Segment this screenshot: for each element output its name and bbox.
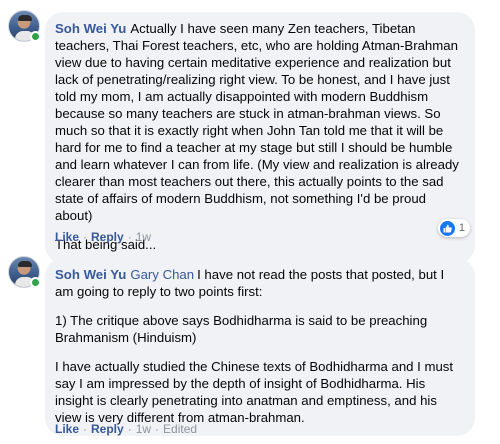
comment-paragraph: 1) The critique above says Bodhidharma i… [55, 313, 428, 345]
comment-paragraph: I have actually studied the Chinese text… [55, 359, 454, 425]
reaction-summary[interactable]: 1 [437, 219, 470, 237]
like-icon [439, 220, 455, 236]
comment-actions: Like · Reply · 1w [55, 229, 151, 245]
reply-button[interactable]: Reply [91, 229, 124, 245]
separator: · [155, 422, 160, 436]
comment-body: Soh Wei Yu Actually I have seen many Zen … [55, 20, 463, 224]
comment-timestamp[interactable]: 1w [136, 229, 151, 245]
comment-author[interactable]: Soh Wei Yu [55, 21, 126, 36]
online-status-icon [30, 31, 41, 42]
comment-bubble: Soh Wei Yu Actually I have seen many Zen … [45, 12, 475, 263]
reaction-count: 1 [458, 222, 465, 234]
reply-button[interactable]: Reply [91, 421, 124, 437]
like-button[interactable]: Like [55, 229, 79, 245]
like-button[interactable]: Like [55, 421, 79, 437]
separator: · [83, 422, 88, 436]
comment-actions: Like · Reply · 1w · Edited [55, 421, 197, 437]
avatar-hair [18, 261, 32, 267]
separator: · [83, 230, 88, 244]
separator: · [127, 422, 132, 436]
separator: · [127, 230, 132, 244]
comment-timestamp[interactable]: 1w [136, 421, 151, 437]
comment-author[interactable]: Soh Wei Yu [55, 267, 126, 282]
avatar-hair [18, 15, 32, 21]
comment-bubble: Soh Wei Yu Gary Chan I have not read the p… [45, 258, 475, 436]
online-status-icon [30, 277, 41, 288]
comment-body: Soh Wei Yu Gary Chan I have not read the p… [55, 266, 463, 300]
mentioned-user[interactable]: Gary Chan [130, 267, 194, 282]
comment-paragraph: Actually I have seen many Zen teachers, … [55, 21, 459, 223]
edited-label[interactable]: Edited [163, 421, 197, 437]
